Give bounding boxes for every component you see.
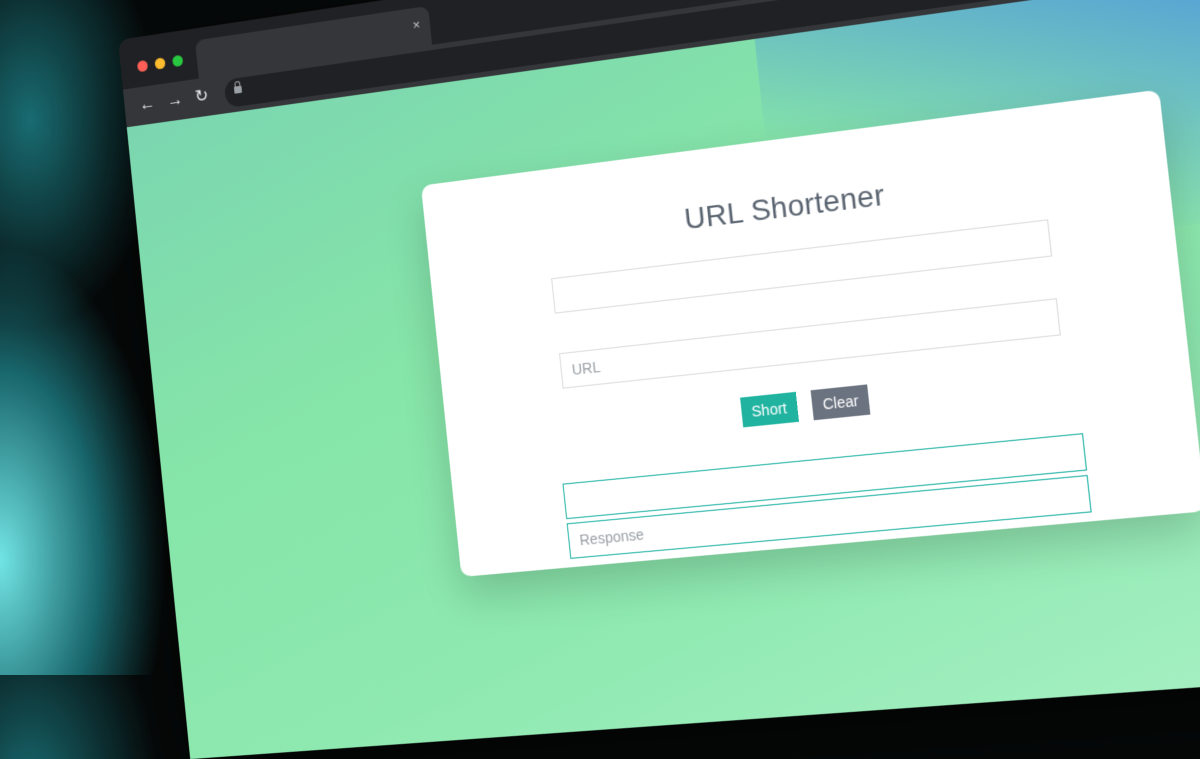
browser-window: × ← → ↻ URL Shortener Short Clear [118, 0, 1200, 759]
scene: × ← → ↻ URL Shortener Short Clear [0, 0, 1200, 759]
forward-arrow-icon[interactable]: → [166, 89, 184, 111]
minimize-window-button[interactable] [154, 57, 166, 70]
reload-icon[interactable]: ↻ [194, 85, 209, 107]
short-button[interactable]: Short [739, 391, 799, 428]
page-viewport: URL Shortener Short Clear [126, 0, 1200, 759]
maximize-window-button[interactable] [172, 54, 184, 68]
clear-button[interactable]: Clear [810, 384, 871, 421]
shortener-card: URL Shortener Short Clear [420, 89, 1200, 577]
close-window-button[interactable] [136, 59, 149, 73]
lock-icon [233, 85, 243, 94]
tab-close-icon[interactable]: × [412, 17, 421, 33]
back-arrow-icon[interactable]: ← [138, 93, 156, 115]
window-controls [136, 54, 184, 73]
